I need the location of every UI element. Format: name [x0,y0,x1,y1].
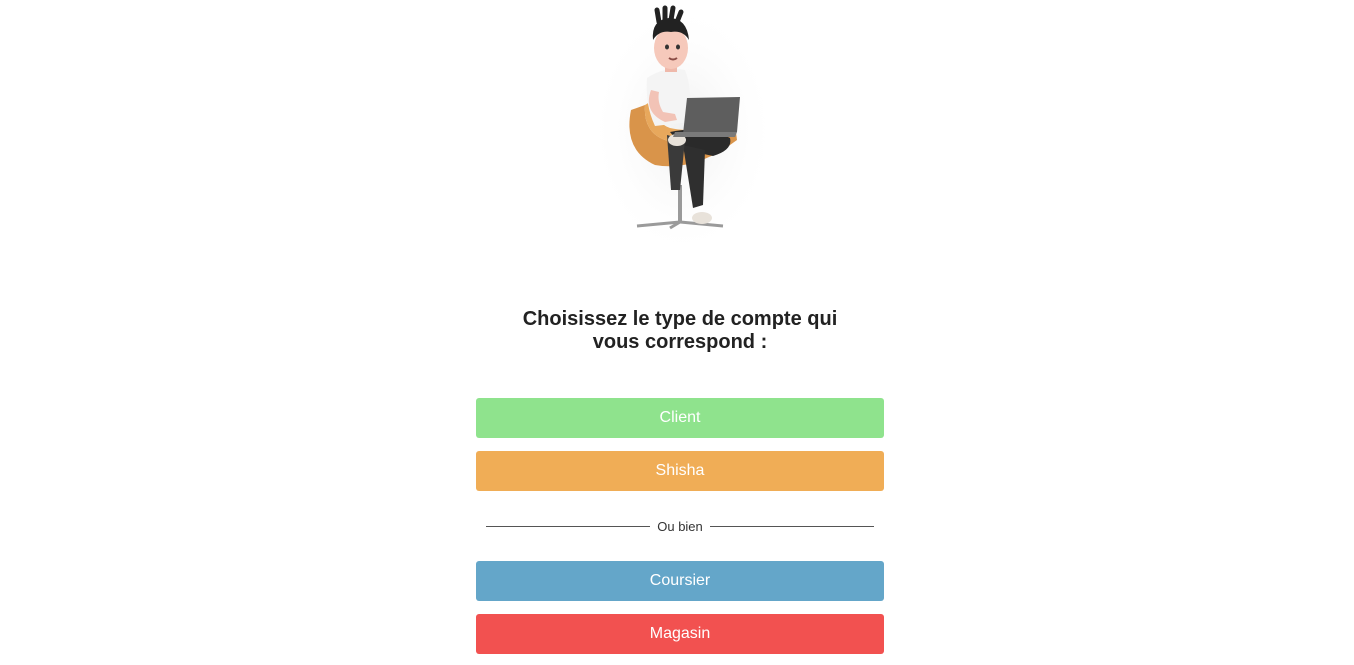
divider-line-left [486,525,651,527]
shisha-button[interactable]: Shisha [476,451,884,491]
account-type-page: Choisissez le type de compte qui vous co… [0,0,1354,665]
page-title: Choisissez le type de compte qui vous co… [480,308,880,354]
page-title-line-2: vous correspond : [592,331,768,353]
client-button[interactable]: Client [476,398,884,438]
coursier-button[interactable]: Coursier [476,561,884,601]
divider-line-right [709,525,875,527]
magasin-button[interactable]: Magasin [476,614,884,654]
page-title-line-1: Choisissez le type de compte qui [522,308,838,330]
person-with-laptop-illustration [585,0,785,265]
divider-label: Ou bien [657,518,703,534]
or-divider: Ou bien [486,516,875,536]
